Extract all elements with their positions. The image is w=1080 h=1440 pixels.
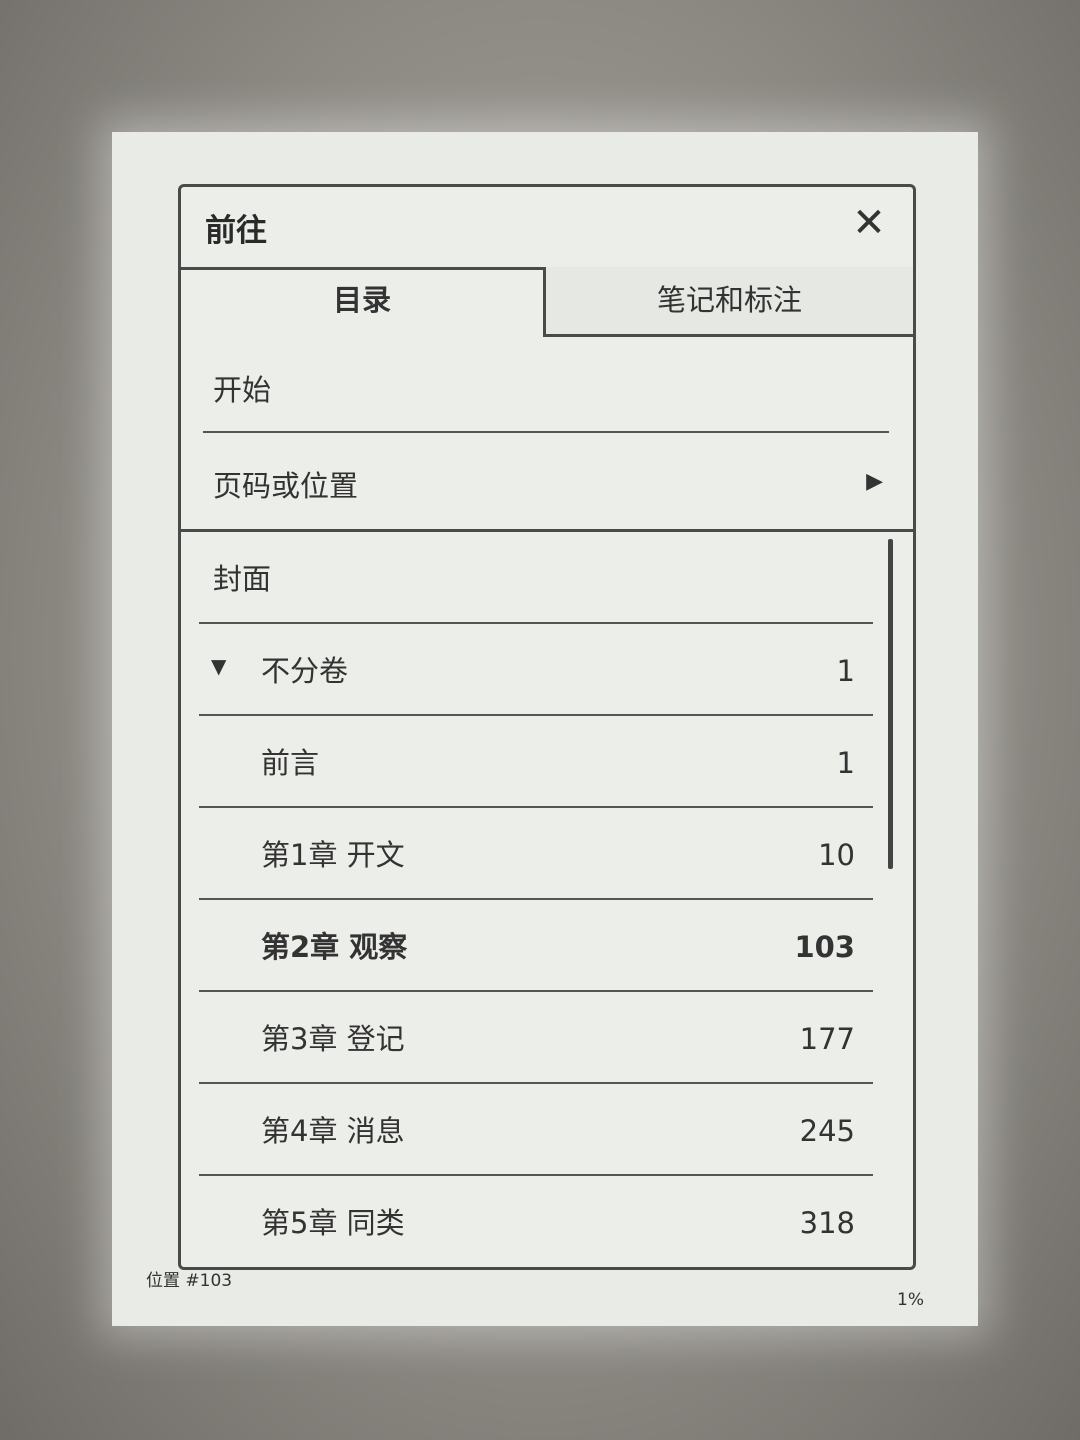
toc-item[interactable]: ▼ 不分卷 1 bbox=[199, 624, 873, 716]
nav-page-or-location[interactable]: 页码或位置 ▶ bbox=[181, 435, 913, 529]
toc-item[interactable]: 第1章 开文 10 bbox=[199, 808, 873, 900]
toc-list: 封面 ▼ 不分卷 1 前言 1 第1章 开文 10 第2章 观察 103 第3章 bbox=[181, 532, 913, 1267]
toc-item[interactable]: 前言 1 bbox=[199, 716, 873, 808]
toc-item-title: 第4章 消息 bbox=[261, 1114, 405, 1148]
nav-start-label: 开始 bbox=[213, 373, 272, 407]
goto-dialog: 前往 ✕ 目录 笔记和标注 开始 页码或位置 ▶ 封面 ▼ 不分卷 1 前言 1… bbox=[178, 184, 916, 1270]
close-icon[interactable]: ✕ bbox=[847, 201, 891, 245]
toc-item-title: 第1章 开文 bbox=[261, 838, 405, 872]
scrollbar[interactable] bbox=[888, 539, 893, 869]
toc-item-title: 前言 bbox=[261, 746, 320, 780]
toc-item-page: 318 bbox=[799, 1206, 855, 1240]
arrow-right-icon: ▶ bbox=[866, 469, 883, 494]
tab-toc[interactable]: 目录 bbox=[181, 267, 543, 337]
toc-item-page: 245 bbox=[799, 1114, 855, 1148]
toc-item-title: 封面 bbox=[213, 562, 272, 596]
dialog-header: 前往 ✕ bbox=[181, 187, 913, 270]
tab-notes[interactable]: 笔记和标注 bbox=[543, 267, 913, 337]
toc-item-page: 103 bbox=[794, 930, 855, 964]
progress-percent: 1% bbox=[897, 1290, 924, 1310]
tab-bar: 目录 笔记和标注 bbox=[181, 267, 913, 337]
caret-down-icon[interactable]: ▼ bbox=[211, 654, 226, 678]
toc-item-title: 不分卷 bbox=[261, 654, 349, 688]
toc-item-page: 10 bbox=[818, 838, 855, 872]
divider bbox=[203, 431, 889, 433]
toc-item-page: 177 bbox=[799, 1022, 855, 1056]
toc-item-page: 1 bbox=[836, 746, 855, 780]
toc-item[interactable]: 第5章 同类 318 bbox=[199, 1176, 873, 1267]
location-indicator: 位置 #103 bbox=[146, 1271, 233, 1291]
toc-item[interactable]: 第4章 消息 245 bbox=[199, 1084, 873, 1176]
toc-item[interactable]: 第3章 登记 177 bbox=[199, 992, 873, 1084]
toc-item-page: 1 bbox=[836, 654, 855, 688]
e-reader-screen: 前往 ✕ 目录 笔记和标注 开始 页码或位置 ▶ 封面 ▼ 不分卷 1 前言 1… bbox=[112, 132, 978, 1326]
nav-start[interactable]: 开始 bbox=[181, 339, 913, 433]
toc-item-title: 第3章 登记 bbox=[261, 1022, 405, 1056]
nav-page-label: 页码或位置 bbox=[213, 469, 359, 503]
dialog-title: 前往 bbox=[205, 213, 267, 249]
toc-item-title: 第2章 观察 bbox=[261, 930, 408, 964]
toc-item[interactable]: 封面 bbox=[199, 532, 873, 624]
toc-item-title: 第5章 同类 bbox=[261, 1206, 405, 1240]
toc-item-current[interactable]: 第2章 观察 103 bbox=[199, 900, 873, 992]
